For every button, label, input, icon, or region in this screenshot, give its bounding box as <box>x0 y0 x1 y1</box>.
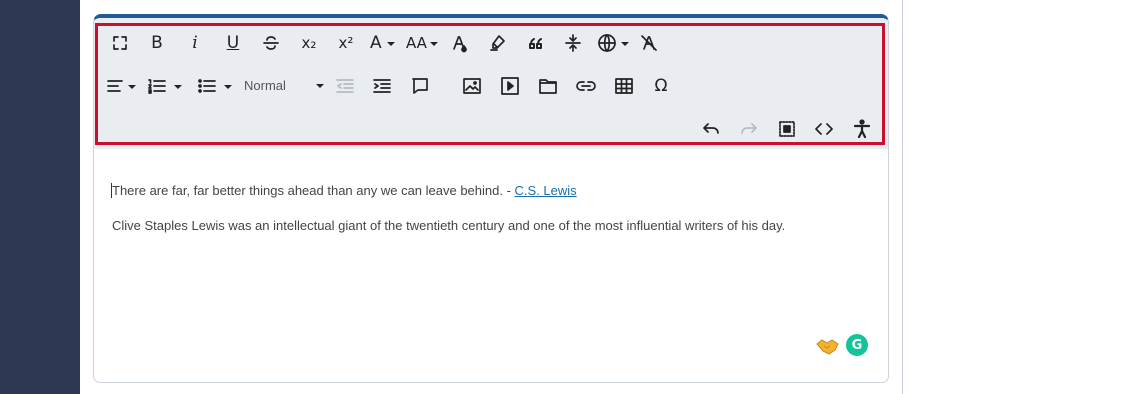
code-icon <box>815 123 833 135</box>
page-break-button[interactable] <box>559 29 587 57</box>
folder-icon <box>539 79 557 94</box>
author-link[interactable]: C.S. Lewis <box>515 183 577 198</box>
link-icon <box>576 81 596 91</box>
align-button[interactable] <box>106 72 138 100</box>
underline-button[interactable]: U <box>219 29 247 57</box>
strikethrough-icon <box>263 36 279 50</box>
font-size-button[interactable]: A <box>370 29 402 57</box>
clear-format-icon <box>641 35 657 51</box>
indent-button[interactable] <box>368 72 396 100</box>
table-icon <box>615 78 633 94</box>
italic-button[interactable]: i <box>181 29 209 57</box>
fullscreen-icon <box>113 36 127 50</box>
clear-format-button[interactable] <box>635 29 663 57</box>
insert-image-button[interactable] <box>458 72 486 100</box>
highlight-button[interactable] <box>483 29 511 57</box>
comment-button[interactable] <box>406 72 434 100</box>
subscript-button[interactable]: x₂ <box>295 29 323 57</box>
bold-button[interactable]: B <box>143 29 171 57</box>
font-family-button[interactable]: AA <box>406 29 440 57</box>
language-button[interactable] <box>597 29 629 57</box>
indent-icon <box>373 79 391 93</box>
insert-table-button[interactable] <box>610 72 638 100</box>
chevron-down-icon <box>128 85 136 89</box>
paragraph-format-value: Normal <box>244 77 286 93</box>
quote-text: There are far, far better things ahead t… <box>112 183 515 198</box>
chevron-down-icon <box>224 85 232 89</box>
globe-icon <box>598 34 616 52</box>
undo-button[interactable] <box>697 115 725 143</box>
ordered-list-button[interactable] <box>147 72 183 100</box>
outdent-button[interactable] <box>331 72 359 100</box>
paragraph-quote: There are far, far better things ahead t… <box>112 183 577 198</box>
comment-icon <box>412 78 428 94</box>
code-view-button[interactable] <box>810 115 838 143</box>
select-all-button[interactable] <box>773 115 801 143</box>
chevron-down-icon <box>316 84 324 88</box>
bio-text: Clive Staples Lewis was an intellectual … <box>112 218 786 233</box>
paragraph-format-select[interactable]: Normal <box>244 73 324 97</box>
ordered-list-icon <box>148 79 166 94</box>
strikethrough-button[interactable] <box>257 29 285 57</box>
undo-icon <box>703 123 719 134</box>
text-color-button[interactable] <box>446 29 474 57</box>
grammarly-button[interactable]: G <box>846 334 868 356</box>
unordered-list-icon <box>198 79 216 93</box>
editor-toolbar: B i U x₂ x² A AA Normal Ω <box>94 18 888 149</box>
accessibility-button[interactable] <box>848 115 876 143</box>
subscript-icon: x₂ <box>301 33 317 52</box>
italic-icon: i <box>192 32 198 53</box>
font-family-icon: AA <box>406 33 427 52</box>
chevron-down-icon <box>387 42 395 46</box>
align-left-icon <box>107 80 123 92</box>
left-sidebar <box>0 0 80 394</box>
redo-button[interactable] <box>735 115 763 143</box>
chevron-down-icon <box>621 42 629 46</box>
underline-icon: U <box>226 32 240 53</box>
video-icon <box>501 77 519 95</box>
select-all-icon <box>779 121 795 137</box>
paragraph-bio: Clive Staples Lewis was an intellectual … <box>112 218 785 233</box>
superscript-button[interactable]: x² <box>332 29 360 57</box>
special-characters-button[interactable]: Ω <box>647 72 675 100</box>
text-color-icon <box>453 36 467 53</box>
bold-icon: B <box>151 32 163 53</box>
unordered-list-button[interactable] <box>197 72 233 100</box>
outdent-icon <box>336 79 354 93</box>
insert-video-button[interactable] <box>496 72 524 100</box>
accessibility-icon <box>853 119 871 139</box>
chevron-down-icon <box>430 42 438 46</box>
quote-icon <box>529 38 542 49</box>
page-break-icon <box>565 34 581 52</box>
blockquote-button[interactable] <box>522 29 550 57</box>
redo-icon <box>741 123 757 134</box>
highlighter-icon <box>490 35 505 51</box>
fullscreen-button[interactable] <box>106 29 134 57</box>
image-icon <box>463 78 481 94</box>
grammarly-icon: G <box>851 337 863 353</box>
handshake-icon[interactable] <box>816 336 840 356</box>
chevron-down-icon <box>174 85 182 89</box>
insert-file-button[interactable] <box>534 72 562 100</box>
insert-link-button[interactable] <box>572 72 600 100</box>
rich-text-editor: B i U x₂ x² A AA Normal Ω There are far,… <box>93 14 889 383</box>
font-size-icon: A <box>370 32 382 53</box>
omega-icon: Ω <box>654 75 668 96</box>
superscript-icon: x² <box>338 33 354 52</box>
